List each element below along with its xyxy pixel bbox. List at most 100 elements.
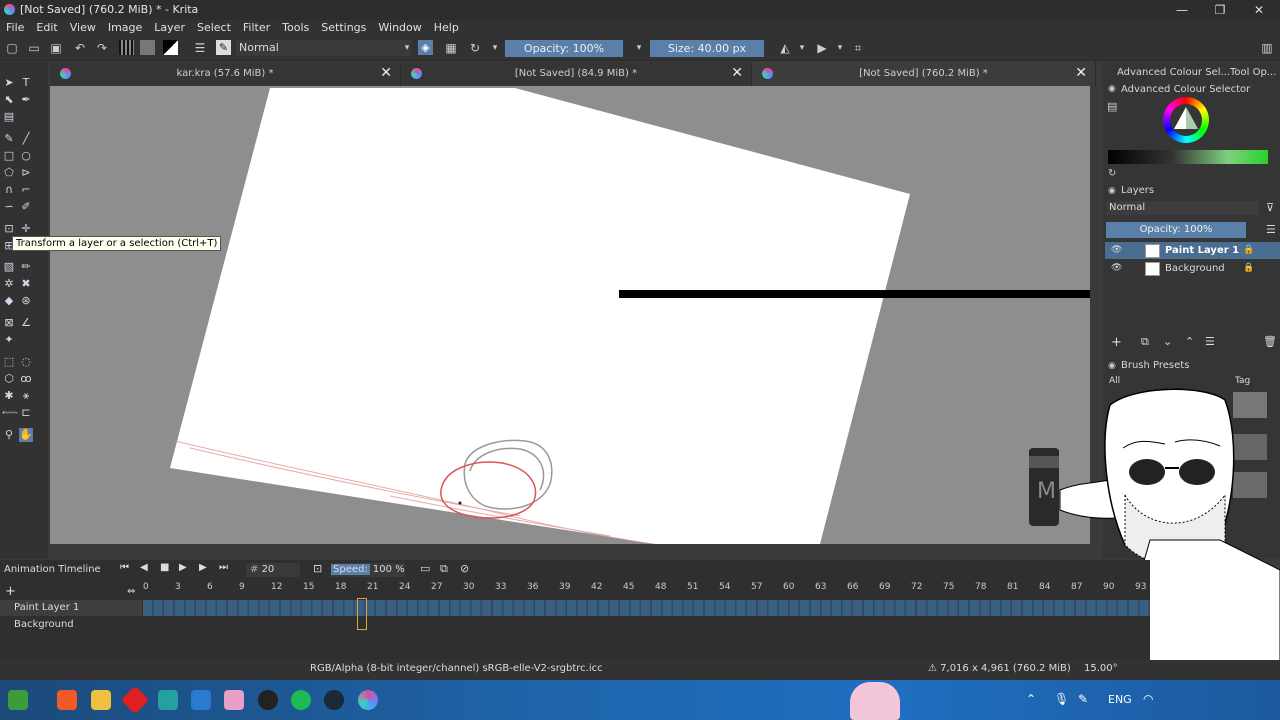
polygon-tool-icon[interactable]: ⬠ xyxy=(2,166,16,180)
bezier-select-tool-icon[interactable]: ⬳ xyxy=(2,406,18,420)
previous-frame-icon[interactable]: ◀ xyxy=(140,562,148,573)
move-tool-icon[interactable]: ✛ xyxy=(19,222,33,236)
menu-settings[interactable]: Settings xyxy=(315,20,372,37)
line-tool-icon[interactable]: ╱ xyxy=(19,132,33,146)
canvas-horizontal-scrollbar[interactable] xyxy=(50,544,1090,554)
layers-menu-icon[interactable]: ☰ xyxy=(1266,223,1276,236)
brush-preset-icon[interactable]: ✎ xyxy=(216,40,231,55)
chevron-down-icon[interactable]: ▾ xyxy=(488,41,502,55)
chevron-down-icon[interactable]: ▾ xyxy=(833,41,847,55)
layer-lock-icon[interactable]: 🔒 xyxy=(1243,242,1254,259)
mirror-horizontal-icon[interactable]: ◭ xyxy=(778,41,792,55)
magnetic-select-tool-icon[interactable]: ⊏ xyxy=(19,406,33,420)
add-layer-icon[interactable]: + xyxy=(1111,335,1122,350)
mirror-vertical-icon[interactable]: ▶ xyxy=(815,41,829,55)
menu-select[interactable]: Select xyxy=(191,20,237,37)
enclose-fill-tool-icon[interactable]: ⊛ xyxy=(19,294,33,308)
language-indicator[interactable]: ENG xyxy=(1108,693,1132,706)
rectangle-tool-icon[interactable]: □ xyxy=(2,149,16,163)
app-diamond-icon[interactable] xyxy=(120,685,150,715)
freehand-select-tool-icon[interactable]: ꝏ xyxy=(19,372,33,386)
brush-settings-icon[interactable]: ☰ xyxy=(193,41,207,55)
redo-icon[interactable]: ↷ xyxy=(95,41,109,55)
menu-file[interactable]: File xyxy=(0,20,30,37)
ellipse-tool-icon[interactable]: ○ xyxy=(19,149,33,163)
minimize-button[interactable]: — xyxy=(1163,0,1201,20)
undo-icon[interactable]: ↶ xyxy=(73,41,87,55)
polyline-tool-icon[interactable]: ⊳ xyxy=(19,166,33,180)
open-document-icon[interactable]: ▭ xyxy=(27,41,41,55)
close-icon[interactable]: ✕ xyxy=(731,65,743,81)
calligraphy-tool-icon[interactable]: ✒ xyxy=(19,93,33,107)
layers-blend-select[interactable]: Normal xyxy=(1106,201,1259,215)
play-icon[interactable]: ▶ xyxy=(179,562,187,573)
colour-wheel[interactable] xyxy=(1163,97,1209,143)
menu-edit[interactable]: Edit xyxy=(30,20,63,37)
playhead[interactable] xyxy=(357,598,367,630)
wrap-around-icon[interactable]: ⌗ xyxy=(851,41,865,55)
rectangle-select-tool-icon[interactable]: ⬚ xyxy=(2,355,16,369)
duplicate-layer-icon[interactable]: ⧉ xyxy=(1141,335,1149,349)
color-picker-tool-icon[interactable]: ✏ xyxy=(19,260,33,274)
fg-bg-color-icon[interactable] xyxy=(163,40,178,55)
reference-tool-icon[interactable]: ✦ xyxy=(2,333,16,347)
measure-tool-icon[interactable]: ∠ xyxy=(19,316,33,330)
timeline-layer-paint-layer-1[interactable]: Paint Layer 1 xyxy=(0,600,142,616)
eraser-mode-icon[interactable]: ◈ xyxy=(418,40,433,55)
ellipse-select-tool-icon[interactable]: ◌ xyxy=(19,355,33,369)
multibrush-tool-icon[interactable]: ✐ xyxy=(19,200,33,214)
colour-history-bar[interactable] xyxy=(1108,150,1268,164)
steam-icon[interactable] xyxy=(324,690,344,710)
layer-lock-icon[interactable]: 🔒 xyxy=(1243,260,1254,277)
save-icon[interactable]: ▣ xyxy=(49,41,63,55)
gradient-tool-icon[interactable]: ▧ xyxy=(2,260,16,274)
onion-skin-icon[interactable]: ⧉ xyxy=(440,562,448,576)
layer-properties-icon[interactable]: ☰ xyxy=(1205,335,1215,348)
tab-document-2[interactable]: [Not Saved] (84.9 MiB) * ✕ xyxy=(401,62,752,86)
chevron-up-icon[interactable]: ⌃ xyxy=(1026,692,1036,706)
app-icon[interactable] xyxy=(224,690,244,710)
similar-select-tool-icon[interactable]: ⚹ xyxy=(19,389,33,403)
blend-mode-select[interactable]: Normal xyxy=(236,40,411,56)
pan-tool-icon[interactable]: ✋ xyxy=(19,428,33,442)
paint-layer-keyframes[interactable] xyxy=(143,600,1150,616)
visibility-eye-icon[interactable]: 👁 xyxy=(1111,260,1122,277)
zoom-timeline-icon[interactable]: ⇔ xyxy=(127,586,135,597)
speed-control[interactable]: Speed: 100 % xyxy=(331,563,405,577)
start-menu-icon[interactable] xyxy=(8,690,28,710)
gradient-swatch[interactable] xyxy=(119,40,134,55)
close-icon[interactable]: ✕ xyxy=(1075,65,1087,81)
tab-document-1[interactable]: kar.kra (57.6 MiB) * ✕ xyxy=(50,62,401,86)
close-icon[interactable]: ✕ xyxy=(380,65,392,81)
layer-row-paint-layer-1[interactable]: 👁 Paint Layer 1 🔒 xyxy=(1105,242,1280,259)
chevron-down-icon[interactable]: ▾ xyxy=(795,41,809,55)
file-explorer-icon[interactable] xyxy=(91,690,111,710)
docker-collapse-icon[interactable]: ◉ xyxy=(1108,84,1116,94)
opacity-slider[interactable]: Opacity: 100% xyxy=(505,40,623,57)
audio-icon[interactable]: ▭ xyxy=(420,562,430,575)
visibility-eye-icon[interactable]: 👁 xyxy=(1111,242,1122,259)
fill-tool-icon[interactable]: ◆ xyxy=(2,294,16,308)
move-layer-up-icon[interactable]: ⌃ xyxy=(1185,335,1194,348)
colour-settings-icon[interactable]: ▤ xyxy=(1107,100,1117,113)
polygon-select-tool-icon[interactable]: ⬡ xyxy=(2,372,16,386)
menu-help[interactable]: Help xyxy=(428,20,465,37)
docker-collapse-icon[interactable]: ◉ xyxy=(1108,186,1116,196)
tab-advanced-colour-selector[interactable]: Advanced Colour Sel... xyxy=(1117,67,1230,78)
select-shapes-tool-icon[interactable]: ➤ xyxy=(2,76,16,90)
close-button[interactable]: ✕ xyxy=(1240,0,1278,20)
menu-layer[interactable]: Layer xyxy=(148,20,191,37)
bezier-tool-icon[interactable]: ∩ xyxy=(2,183,16,197)
settings-icon[interactable]: ⊘ xyxy=(460,562,469,575)
layers-opacity-slider[interactable]: Opacity: 100% xyxy=(1106,222,1246,238)
alpha-lock-icon[interactable]: ▦ xyxy=(444,41,458,55)
menu-view[interactable]: View xyxy=(64,20,102,37)
refresh-icon[interactable]: ↻ xyxy=(1108,168,1116,179)
menu-filter[interactable]: Filter xyxy=(237,20,276,37)
new-document-icon[interactable]: ▢ xyxy=(5,41,19,55)
frame-ruler[interactable]: 0 3 6 9 12 15 18 21 24 27 30 33 36 39 42 45 48 51 54 57 60 63… xyxy=(143,582,1150,596)
pen-icon[interactable]: ✎ xyxy=(1078,692,1088,706)
krita-taskbar-icon[interactable] xyxy=(358,690,378,710)
microphone-icon[interactable]: 🎙 xyxy=(1054,692,1069,706)
timeline-layer-background[interactable]: Background xyxy=(0,617,142,633)
